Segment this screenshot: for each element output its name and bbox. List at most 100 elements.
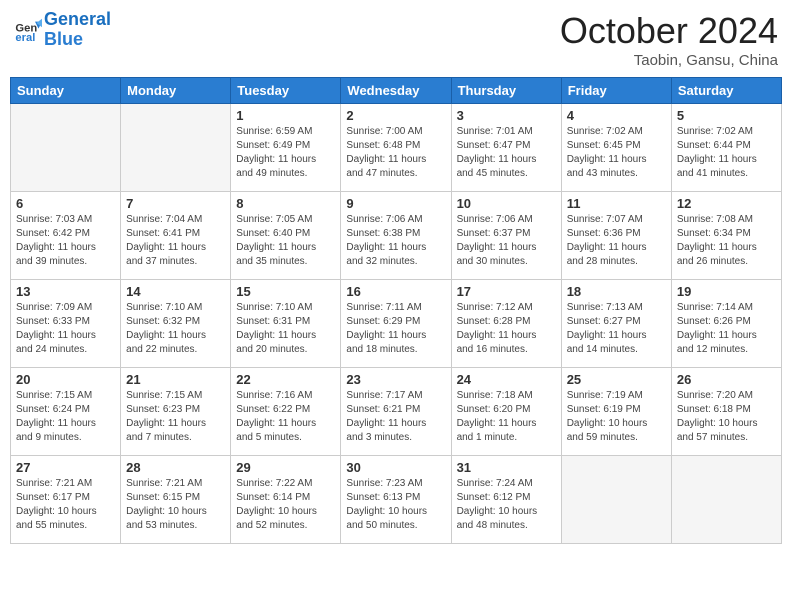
calendar-cell: 1Sunrise: 6:59 AM Sunset: 6:49 PM Daylig… (231, 104, 341, 192)
calendar-cell: 11 Sunrise: 7:07 AM Sunset: 6:36 PM Dayli… (561, 192, 671, 280)
calendar-cell: 4 Sunrise: 7:02 AM Sunset: 6:45 PM Daylig… (561, 104, 671, 192)
day-number: 12 (677, 196, 776, 211)
calendar-cell: 19 Sunrise: 7:14 AM Sunset: 6:26 PM Dayli… (671, 280, 781, 368)
day-info: Sunrise: 7:22 AM Sunset: 6:14 PM Dayligh… (236, 477, 335, 533)
location: Taobin, Gansu, China (560, 52, 778, 69)
calendar-table: SundayMondayTuesdayWednesdayThursdayFrid… (10, 77, 782, 544)
day-number: 28 (126, 460, 225, 475)
day-number: 11 (567, 196, 666, 211)
week-row-4: 20Sunrise: 7:15 AM Sunset: 6:24 PM Dayli… (11, 368, 782, 456)
week-row-5: 27 Sunrise: 7:21 AM Sunset: 6:17 PM Dayli… (11, 456, 782, 544)
day-number: 27 (16, 460, 115, 475)
day-info: Sunrise: 7:12 AM Sunset: 6:28 PM Dayligh… (457, 301, 556, 357)
calendar-cell: 15 Sunrise: 7:10 AM Sunset: 6:31 PM Dayli… (231, 280, 341, 368)
calendar-cell: 9 Sunrise: 7:06 AM Sunset: 6:38 PM Daylig… (341, 192, 451, 280)
day-info: Sunrise: 7:11 AM Sunset: 6:29 PM Dayligh… (346, 301, 445, 357)
day-info: Sunrise: 7:15 AM Sunset: 6:24 PM Dayligh… (16, 389, 115, 445)
day-number: 26 (677, 372, 776, 387)
calendar-cell: 5 Sunrise: 7:02 AM Sunset: 6:44 PM Daylig… (671, 104, 781, 192)
day-number: 18 (567, 284, 666, 299)
day-info: Sunrise: 7:00 AM Sunset: 6:48 PM Dayligh… (346, 125, 445, 181)
day-info: Sunrise: 7:10 AM Sunset: 6:32 PM Dayligh… (126, 301, 225, 357)
weekday-header-friday: Friday (561, 78, 671, 104)
calendar-cell: 25Sunrise: 7:19 AM Sunset: 6:19 PM Dayli… (561, 368, 671, 456)
day-info: Sunrise: 7:19 AM Sunset: 6:19 PM Dayligh… (567, 389, 666, 445)
day-number: 21 (126, 372, 225, 387)
day-info: Sunrise: 7:21 AM Sunset: 6:17 PM Dayligh… (16, 477, 115, 533)
calendar-cell: 18 Sunrise: 7:13 AM Sunset: 6:27 PM Dayli… (561, 280, 671, 368)
calendar-cell: 3 Sunrise: 7:01 AM Sunset: 6:47 PM Daylig… (451, 104, 561, 192)
weekday-header-monday: Monday (121, 78, 231, 104)
day-number: 17 (457, 284, 556, 299)
day-number: 10 (457, 196, 556, 211)
day-number: 29 (236, 460, 335, 475)
day-info: Sunrise: 7:14 AM Sunset: 6:26 PM Dayligh… (677, 301, 776, 357)
calendar-cell: 20Sunrise: 7:15 AM Sunset: 6:24 PM Dayli… (11, 368, 121, 456)
day-number: 4 (567, 108, 666, 123)
day-info: Sunrise: 7:02 AM Sunset: 6:44 PM Dayligh… (677, 125, 776, 181)
weekday-header-wednesday: Wednesday (341, 78, 451, 104)
calendar-cell (671, 456, 781, 544)
day-number: 30 (346, 460, 445, 475)
calendar-cell: 24Sunrise: 7:18 AM Sunset: 6:20 PM Dayli… (451, 368, 561, 456)
calendar-cell: 22Sunrise: 7:16 AM Sunset: 6:22 PM Dayli… (231, 368, 341, 456)
calendar-cell: 26 Sunrise: 7:20 AM Sunset: 6:18 PM Dayli… (671, 368, 781, 456)
day-number: 1 (236, 108, 335, 123)
day-info: Sunrise: 7:16 AM Sunset: 6:22 PM Dayligh… (236, 389, 335, 445)
calendar-cell: 6 Sunrise: 7:03 AM Sunset: 6:42 PM Daylig… (11, 192, 121, 280)
day-info: Sunrise: 7:04 AM Sunset: 6:41 PM Dayligh… (126, 213, 225, 269)
day-number: 15 (236, 284, 335, 299)
day-info: Sunrise: 7:07 AM Sunset: 6:36 PM Dayligh… (567, 213, 666, 269)
weekday-header-saturday: Saturday (671, 78, 781, 104)
calendar-cell: 13 Sunrise: 7:09 AM Sunset: 6:33 PM Dayli… (11, 280, 121, 368)
calendar-cell: 21Sunrise: 7:15 AM Sunset: 6:23 PM Dayli… (121, 368, 231, 456)
calendar-cell: 7 Sunrise: 7:04 AM Sunset: 6:41 PM Daylig… (121, 192, 231, 280)
day-info: Sunrise: 7:13 AM Sunset: 6:27 PM Dayligh… (567, 301, 666, 357)
weekday-header-tuesday: Tuesday (231, 78, 341, 104)
day-info: Sunrise: 7:09 AM Sunset: 6:33 PM Dayligh… (16, 301, 115, 357)
day-number: 19 (677, 284, 776, 299)
calendar-cell (561, 456, 671, 544)
day-info: Sunrise: 7:20 AM Sunset: 6:18 PM Dayligh… (677, 389, 776, 445)
day-number: 14 (126, 284, 225, 299)
calendar-cell (11, 104, 121, 192)
day-info: Sunrise: 7:01 AM Sunset: 6:47 PM Dayligh… (457, 125, 556, 181)
month-title: October 2024 (560, 10, 778, 52)
day-number: 3 (457, 108, 556, 123)
day-info: Sunrise: 7:17 AM Sunset: 6:21 PM Dayligh… (346, 389, 445, 445)
day-info: Sunrise: 7:02 AM Sunset: 6:45 PM Dayligh… (567, 125, 666, 181)
day-info: Sunrise: 7:21 AM Sunset: 6:15 PM Dayligh… (126, 477, 225, 533)
day-number: 13 (16, 284, 115, 299)
page-header: Gen eral General Blue October 2024 Taobi… (10, 10, 782, 69)
calendar-cell: 30Sunrise: 7:23 AM Sunset: 6:13 PM Dayli… (341, 456, 451, 544)
logo-icon: Gen eral (14, 16, 42, 44)
svg-text:eral: eral (15, 32, 35, 44)
weekday-header-row: SundayMondayTuesdayWednesdayThursdayFrid… (11, 78, 782, 104)
day-number: 5 (677, 108, 776, 123)
day-number: 7 (126, 196, 225, 211)
logo-text: General Blue (44, 10, 111, 50)
calendar-cell: 27 Sunrise: 7:21 AM Sunset: 6:17 PM Dayli… (11, 456, 121, 544)
weekday-header-thursday: Thursday (451, 78, 561, 104)
calendar-cell: 23Sunrise: 7:17 AM Sunset: 6:21 PM Dayli… (341, 368, 451, 456)
day-info: Sunrise: 7:06 AM Sunset: 6:38 PM Dayligh… (346, 213, 445, 269)
calendar-cell (121, 104, 231, 192)
logo-line1: General (44, 9, 111, 29)
week-row-3: 13 Sunrise: 7:09 AM Sunset: 6:33 PM Dayli… (11, 280, 782, 368)
calendar-cell: 2Sunrise: 7:00 AM Sunset: 6:48 PM Daylig… (341, 104, 451, 192)
calendar-cell: 10Sunrise: 7:06 AM Sunset: 6:37 PM Dayli… (451, 192, 561, 280)
day-number: 6 (16, 196, 115, 211)
calendar-cell: 31Sunrise: 7:24 AM Sunset: 6:12 PM Dayli… (451, 456, 561, 544)
day-info: Sunrise: 7:03 AM Sunset: 6:42 PM Dayligh… (16, 213, 115, 269)
calendar-cell: 29 Sunrise: 7:22 AM Sunset: 6:14 PM Dayli… (231, 456, 341, 544)
calendar-cell: 16Sunrise: 7:11 AM Sunset: 6:29 PM Dayli… (341, 280, 451, 368)
day-number: 9 (346, 196, 445, 211)
day-number: 31 (457, 460, 556, 475)
day-info: Sunrise: 7:05 AM Sunset: 6:40 PM Dayligh… (236, 213, 335, 269)
day-info: Sunrise: 7:10 AM Sunset: 6:31 PM Dayligh… (236, 301, 335, 357)
day-info: Sunrise: 7:18 AM Sunset: 6:20 PM Dayligh… (457, 389, 556, 445)
calendar-cell: 28 Sunrise: 7:21 AM Sunset: 6:15 PM Dayli… (121, 456, 231, 544)
week-row-1: 1Sunrise: 6:59 AM Sunset: 6:49 PM Daylig… (11, 104, 782, 192)
weekday-header-sunday: Sunday (11, 78, 121, 104)
calendar-cell: 17 Sunrise: 7:12 AM Sunset: 6:28 PM Dayli… (451, 280, 561, 368)
